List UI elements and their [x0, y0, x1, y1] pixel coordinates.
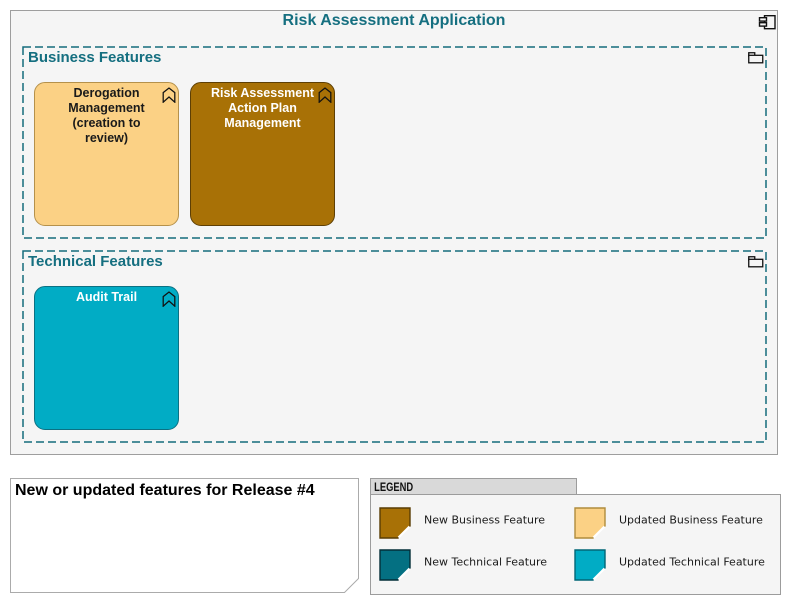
- legend-header[interactable]: LEGEND: [370, 478, 577, 495]
- folder-icon: [748, 256, 764, 268]
- component-icon: [758, 15, 776, 30]
- feature-audit-trail[interactable]: Audit Trail: [34, 286, 179, 430]
- feature-action-plan-management[interactable]: Risk Assessment Action Plan Management: [190, 82, 335, 226]
- bookmark-icon: [162, 291, 175, 307]
- legend-swatch-updated-technical: [574, 549, 606, 581]
- legend-swatch-new-business: [379, 507, 411, 539]
- legend-label-new-technical: New Technical Feature: [424, 555, 548, 569]
- note-text: New or updated features for Release #4: [15, 482, 315, 499]
- feature-action-plan-label: Risk Assessment Action Plan Management: [210, 86, 315, 130]
- group-technical-title: Technical Features: [28, 253, 163, 270]
- legend-label-updated-business: Updated Business Feature: [619, 513, 763, 527]
- bookmark-icon: [318, 87, 331, 103]
- note-release[interactable]: New or updated features for Release #4: [10, 478, 360, 598]
- group-business-title: Business Features: [28, 49, 162, 66]
- folder-icon: [748, 52, 764, 64]
- feature-derogation-label: Derogation Management (creation to revie…: [68, 86, 145, 145]
- feature-audit-trail-label: Audit Trail: [75, 290, 138, 304]
- diagram-canvas: Risk Assessment Application Business Fea…: [0, 0, 789, 603]
- legend-label-new-business: New Business Feature: [424, 513, 546, 527]
- legend-swatch-new-technical: [379, 549, 411, 581]
- legend-swatch-updated-business: [574, 507, 606, 539]
- feature-derogation-management[interactable]: Derogation Management (creation to revie…: [34, 82, 179, 226]
- application-title: Risk Assessment Application: [282, 12, 506, 29]
- legend-label-updated-technical: Updated Technical Feature: [619, 555, 765, 569]
- bookmark-icon: [162, 87, 175, 103]
- legend-title: LEGEND: [374, 479, 414, 494]
